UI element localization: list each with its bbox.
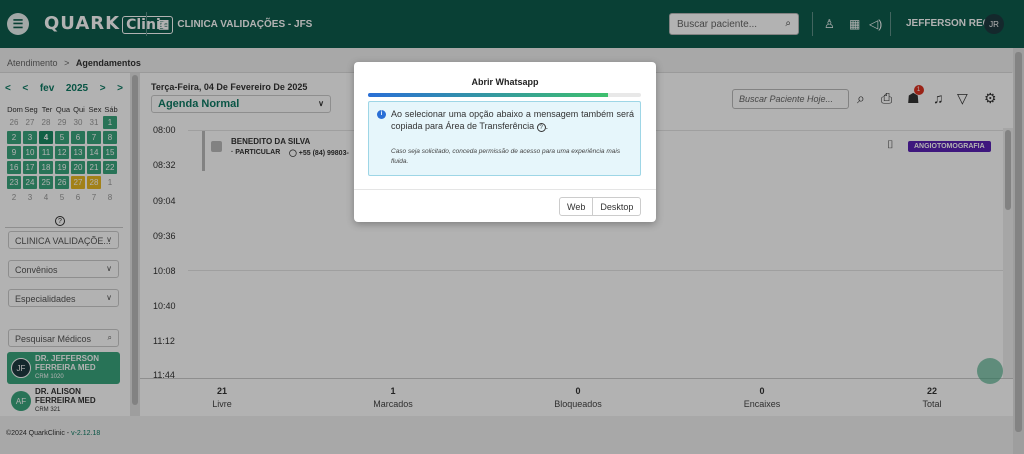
info-box: i Ao selecionar uma opção abaixo a mensa…	[368, 101, 641, 176]
web-button[interactable]: Web	[559, 197, 594, 216]
progress-fill	[368, 93, 609, 97]
info-note: Caso seja solicitado, conceda permissão …	[391, 148, 621, 165]
divider	[354, 189, 656, 190]
modal-title: Abrir Whatsapp	[471, 77, 539, 87]
whatsapp-modal: Abrir Whatsapp i Ao selecionar uma opção…	[354, 62, 656, 222]
help-icon[interactable]: ?	[536, 123, 546, 132]
button-group: Web Desktop	[559, 197, 642, 216]
info-icon: i	[377, 110, 386, 119]
info-message-text: Ao selecionar uma opção abaixo a mensage…	[391, 109, 634, 131]
desktop-button[interactable]: Desktop	[593, 197, 642, 216]
info-message: Ao selecionar uma opção abaixo a mensage…	[391, 109, 634, 132]
progress-bar	[368, 93, 641, 97]
